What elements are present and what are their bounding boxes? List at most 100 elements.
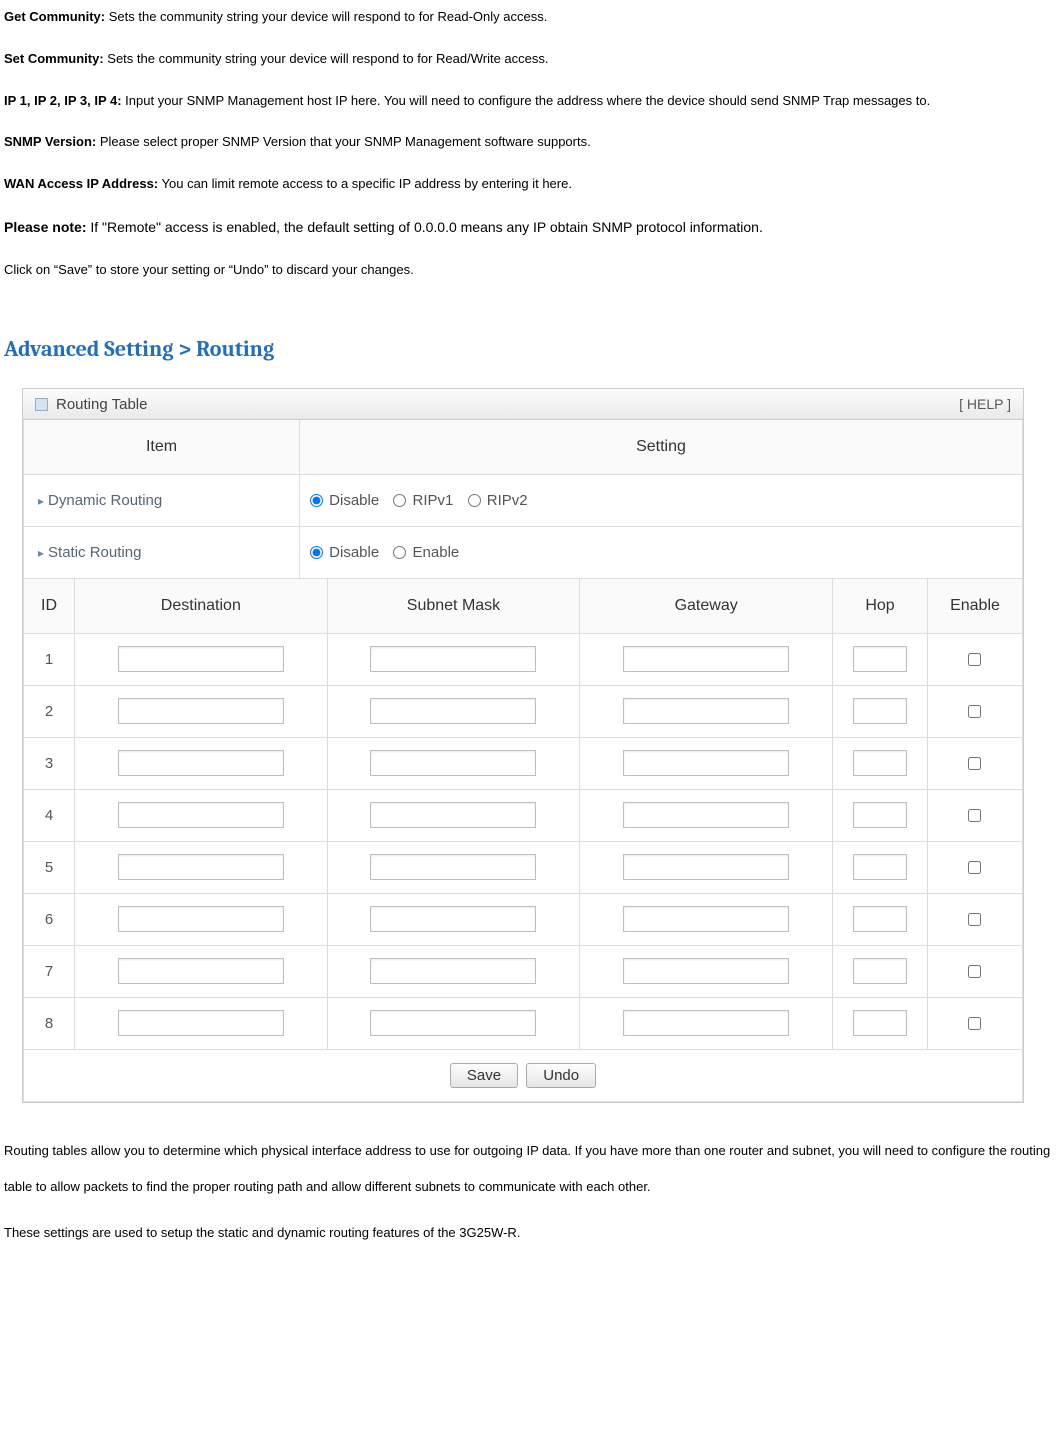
table-row: 8 xyxy=(24,997,1023,1049)
footer-actions: Save Undo xyxy=(24,1049,1023,1101)
destination-input[interactable] xyxy=(118,750,284,776)
def-label: Set Community: xyxy=(4,51,104,66)
def-text: Please select proper SNMP Version that y… xyxy=(96,134,590,149)
subnet-mask-input[interactable] xyxy=(370,958,536,984)
static-enable-radio[interactable] xyxy=(393,546,406,559)
enable-checkbox[interactable] xyxy=(968,913,981,926)
enable-checkbox[interactable] xyxy=(968,757,981,770)
note-text: If "Remote" access is enabled, the defau… xyxy=(86,219,762,235)
row-id: 4 xyxy=(24,789,75,841)
table-row: 1 xyxy=(24,633,1023,685)
hop-input[interactable] xyxy=(853,646,907,672)
col-setting: Setting xyxy=(300,420,1023,474)
col-item: Item xyxy=(24,420,300,474)
routing-panel: Routing Table [ HELP ] Item Setting ▸ Dyn… xyxy=(22,388,1024,1102)
panel-titlebar: Routing Table [ HELP ] xyxy=(23,389,1023,420)
hop-input[interactable] xyxy=(853,906,907,932)
enable-checkbox[interactable] xyxy=(968,705,981,718)
subnet-mask-input[interactable] xyxy=(370,802,536,828)
panel-title: Routing Table xyxy=(56,385,147,424)
note-label: Please note: xyxy=(4,219,86,235)
subnet-mask-input[interactable] xyxy=(370,854,536,880)
enable-checkbox[interactable] xyxy=(968,653,981,666)
subnet-mask-input[interactable] xyxy=(370,1010,536,1036)
undo-button[interactable]: Undo xyxy=(526,1063,596,1088)
table-row: 6 xyxy=(24,893,1023,945)
subnet-mask-input[interactable] xyxy=(370,750,536,776)
gateway-input[interactable] xyxy=(623,854,789,880)
after-text: Routing tables allow you to determine wh… xyxy=(4,1133,1058,1252)
row-id: 5 xyxy=(24,841,75,893)
def-text: Input your SNMP Management host IP here.… xyxy=(122,93,931,108)
section-heading: Advanced Setting > Routing xyxy=(4,321,1058,378)
dynamic-routing-label: Dynamic Routing xyxy=(48,492,162,509)
row-id: 2 xyxy=(24,685,75,737)
gateway-input[interactable] xyxy=(623,646,789,672)
def-label: IP 1, IP 2, IP 3, IP 4: xyxy=(4,93,122,108)
destination-input[interactable] xyxy=(118,1010,284,1036)
table-row: 7 xyxy=(24,945,1023,997)
routes-table: ID Destination Subnet Mask Gateway Hop E… xyxy=(23,579,1023,1102)
gateway-input[interactable] xyxy=(623,802,789,828)
destination-input[interactable] xyxy=(118,802,284,828)
hop-input[interactable] xyxy=(853,1010,907,1036)
gateway-input[interactable] xyxy=(623,750,789,776)
hop-input[interactable] xyxy=(853,958,907,984)
destination-input[interactable] xyxy=(118,854,284,880)
col-dest: Destination xyxy=(75,579,328,633)
def-label: WAN Access IP Address: xyxy=(4,176,158,191)
dynamic-ripv2-radio[interactable] xyxy=(468,494,481,507)
help-link[interactable]: [ HELP ] xyxy=(959,386,1011,422)
save-hint: Click on “Save” to store your setting or… xyxy=(4,253,1058,287)
after-p2: These settings are used to setup the sta… xyxy=(4,1215,1058,1251)
dynamic-ripv1-radio[interactable] xyxy=(393,494,406,507)
row-id: 1 xyxy=(24,633,75,685)
table-row: 2 xyxy=(24,685,1023,737)
config-table: Item Setting ▸Dynamic Routing Disable RI… xyxy=(23,420,1023,579)
enable-checkbox[interactable] xyxy=(968,809,981,822)
def-label: SNMP Version: xyxy=(4,134,96,149)
hop-input[interactable] xyxy=(853,750,907,776)
after-p1: Routing tables allow you to determine wh… xyxy=(4,1133,1058,1206)
col-en: Enable xyxy=(928,579,1023,633)
panel-icon xyxy=(35,398,48,411)
def-label: Get Community: xyxy=(4,9,105,24)
enable-checkbox[interactable] xyxy=(968,1017,981,1030)
hop-input[interactable] xyxy=(853,854,907,880)
gateway-input[interactable] xyxy=(623,1010,789,1036)
gateway-input[interactable] xyxy=(623,958,789,984)
gateway-input[interactable] xyxy=(623,698,789,724)
enable-checkbox[interactable] xyxy=(968,861,981,874)
destination-input[interactable] xyxy=(118,958,284,984)
destination-input[interactable] xyxy=(118,906,284,932)
table-row: 4 xyxy=(24,789,1023,841)
subnet-mask-input[interactable] xyxy=(370,698,536,724)
subnet-mask-input[interactable] xyxy=(370,646,536,672)
static-disable-radio[interactable] xyxy=(310,546,323,559)
triangle-icon: ▸ xyxy=(38,546,44,560)
table-row: 3 xyxy=(24,737,1023,789)
destination-input[interactable] xyxy=(118,698,284,724)
row-id: 7 xyxy=(24,945,75,997)
hop-input[interactable] xyxy=(853,802,907,828)
static-routing-label: Static Routing xyxy=(48,544,141,561)
definitions-block: Get Community: Sets the community string… xyxy=(4,0,1058,287)
def-text: Sets the community string your device wi… xyxy=(104,51,549,66)
def-text: You can limit remote access to a specifi… xyxy=(158,176,572,191)
col-gw: Gateway xyxy=(580,579,833,633)
gateway-input[interactable] xyxy=(623,906,789,932)
col-id: ID xyxy=(24,579,75,633)
triangle-icon: ▸ xyxy=(38,494,44,508)
col-mask: Subnet Mask xyxy=(327,579,580,633)
save-button[interactable]: Save xyxy=(450,1063,518,1088)
enable-checkbox[interactable] xyxy=(968,965,981,978)
row-id: 3 xyxy=(24,737,75,789)
subnet-mask-input[interactable] xyxy=(370,906,536,932)
row-id: 6 xyxy=(24,893,75,945)
def-text: Sets the community string your device wi… xyxy=(105,9,547,24)
destination-input[interactable] xyxy=(118,646,284,672)
dynamic-disable-radio[interactable] xyxy=(310,494,323,507)
row-id: 8 xyxy=(24,997,75,1049)
hop-input[interactable] xyxy=(853,698,907,724)
col-hop: Hop xyxy=(833,579,928,633)
